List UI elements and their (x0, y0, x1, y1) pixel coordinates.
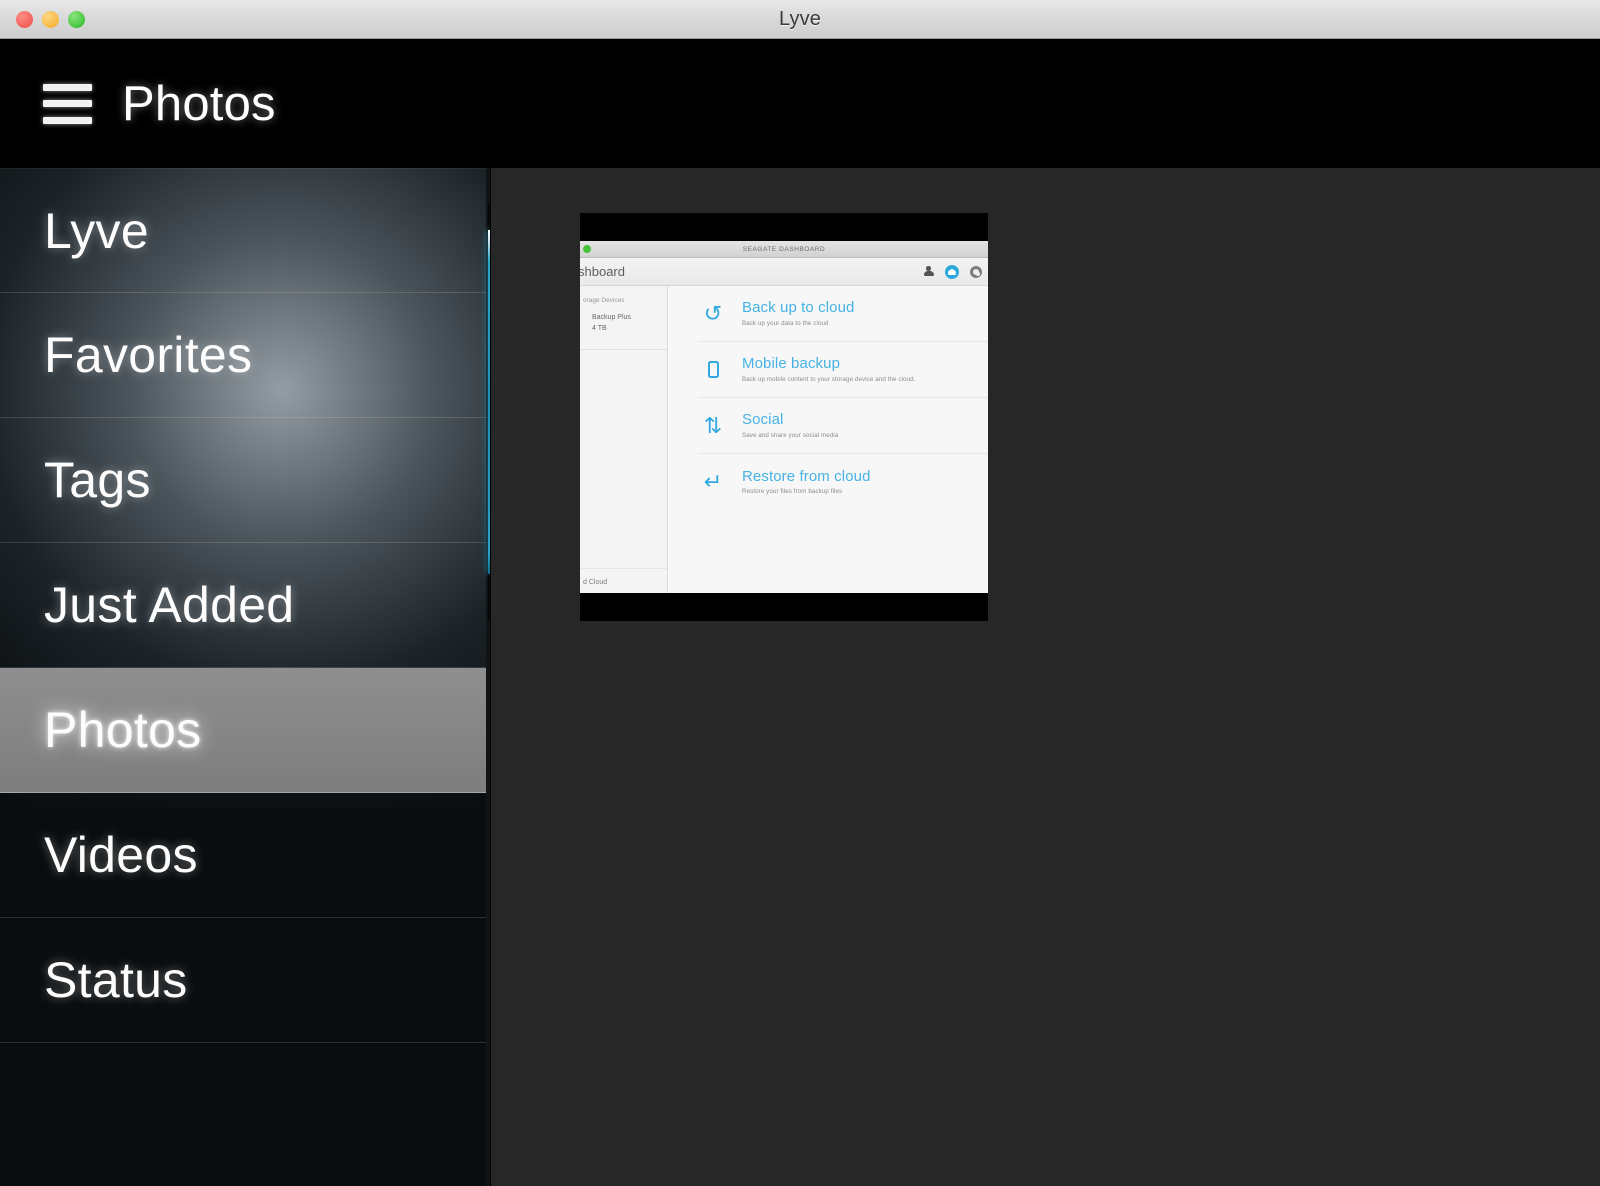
thumbnail-image: SEAGATE DASHBOARD shboard orage Devices (580, 241, 988, 593)
mobile-device-icon (698, 361, 728, 378)
restore-arrow-icon: ↺ (703, 300, 723, 326)
dashboard-toolbar-title: shboard (580, 264, 625, 279)
maximize-button[interactable] (68, 11, 85, 28)
sidebar-item-label: Just Added (44, 577, 295, 633)
dashboard-action-row: ⇅ Social Save and share your social medi… (698, 398, 988, 454)
dashboard-toolbar-icons (923, 258, 982, 286)
dashboard-sidebar-header: orage Devices (583, 297, 625, 304)
app-header: Photos (0, 39, 1600, 168)
sidebar-item-favorites[interactable]: Favorites (0, 293, 490, 418)
sidebar-scrollbar[interactable] (488, 230, 490, 574)
dashboard-toolbar: shboard (580, 258, 988, 286)
sidebar-nav-list: Lyve Favorites Tags Just Added Photos Vi… (0, 168, 490, 1043)
action-subtitle: Save and share your social media (742, 431, 839, 439)
sidebar-item-label: Photos (44, 702, 202, 758)
action-subtitle: Restore your files from backup files (742, 488, 843, 496)
hamburger-bar (43, 100, 92, 107)
sidebar-item-label: Tags (44, 452, 151, 508)
divider (580, 349, 667, 350)
dashboard-sidebar: orage Devices Backup Plus 4 TB d Cloud (580, 286, 668, 593)
mobile-glyph (707, 361, 719, 378)
sidebar-item-videos[interactable]: Videos (0, 793, 490, 918)
sidebar-item-label: Status (44, 952, 188, 1008)
sidebar-item-label: Videos (44, 827, 198, 883)
page-title: Photos (122, 76, 276, 131)
dashboard-action-row: ↵ Restore from cloud Restore your files … (698, 454, 988, 510)
content-area: SEAGATE DASHBOARD shboard orage Devices (491, 168, 1600, 1186)
sidebar-item-just-added[interactable]: Just Added (0, 543, 490, 668)
app-window: Lyve Photos Lyve Favorites Tags Just Add… (0, 0, 1600, 1186)
status-dot (583, 245, 591, 253)
hamburger-bar (43, 116, 92, 124)
action-title: Social (742, 411, 784, 429)
window-titlebar: Lyve (0, 0, 1600, 39)
device-capacity: 4 TB (592, 324, 607, 332)
sidebar: Lyve Favorites Tags Just Added Photos Vi… (0, 168, 490, 1186)
device-name: Backup Plus (592, 314, 631, 321)
dashboard-window-title: SEAGATE DASHBOARD (742, 245, 826, 253)
action-subtitle: Back up mobile content to your storage d… (742, 375, 916, 383)
dashboard-sidebar-footer: d Cloud (583, 579, 608, 586)
sidebar-item-status[interactable]: Status (0, 918, 490, 1043)
close-button[interactable] (16, 11, 33, 28)
sidebar-item-label: Favorites (44, 327, 253, 383)
photo-thumbnail[interactable]: SEAGATE DASHBOARD shboard orage Devices (580, 213, 988, 621)
divider (580, 568, 667, 569)
action-subtitle: Back up your data to the cloud (742, 319, 829, 327)
restore-from-cloud-icon: ↵ (703, 469, 723, 494)
dashboard-action-row: Mobile backup Back up mobile content to … (698, 342, 988, 398)
sidebar-item-tags[interactable]: Tags (0, 418, 490, 543)
action-title: Mobile backup (742, 355, 841, 373)
dashboard-action-list: ↺ Back up to cloud Back up your data to … (668, 286, 988, 593)
scrollbar-track-bottom (488, 574, 490, 620)
window-title: Lyve (779, 7, 821, 30)
dashboard-main: orage Devices Backup Plus 4 TB d Cloud ↺… (580, 286, 988, 593)
scrollbar-track-top (488, 204, 490, 230)
dashboard-device: Backup Plus 4 TB (580, 304, 667, 335)
dashboard-titlebar: SEAGATE DASHBOARD (580, 241, 988, 258)
hamburger-bar (43, 83, 92, 91)
window-controls[interactable] (16, 0, 85, 39)
sidebar-item-lyve[interactable]: Lyve (0, 168, 490, 293)
sidebar-item-label: Lyve (44, 202, 149, 259)
action-title: Back up to cloud (742, 299, 855, 317)
social-sync-icon: ⇅ (703, 412, 723, 438)
app-body: Lyve Favorites Tags Just Added Photos Vi… (0, 168, 1600, 1186)
action-title: Restore from cloud (742, 467, 871, 485)
dashboard-action-row: ↺ Back up to cloud Back up your data to … (698, 286, 988, 342)
gear-icon (970, 266, 982, 278)
person-icon (923, 266, 934, 278)
home-icon (945, 265, 959, 279)
hamburger-icon[interactable] (43, 83, 92, 124)
sidebar-item-photos[interactable]: Photos (0, 668, 490, 793)
minimize-button[interactable] (42, 11, 59, 28)
